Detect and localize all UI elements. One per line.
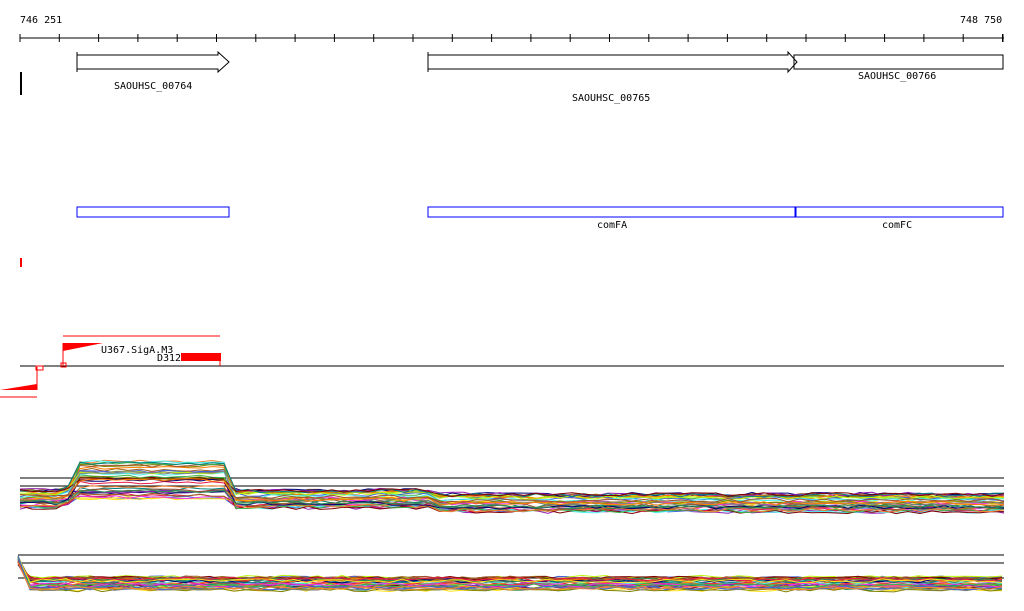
ruler-end-label: 748 750 — [960, 15, 1002, 26]
browser-canvas[interactable]: 746 251 748 750 SAOUHSC_00764 SAOUHSC_00… — [0, 0, 1024, 611]
gene-SAOUHSC_00766[interactable]: SAOUHSC_00766 — [793, 54, 1004, 82]
promoter-icon-left[interactable] — [0, 384, 37, 390]
cds-label: comFA — [597, 220, 627, 231]
terminator-icon[interactable] — [181, 353, 221, 361]
expression-track-1 — [19, 459, 1005, 515]
ruler-axis — [19, 34, 1004, 42]
gene-arrow — [76, 50, 230, 74]
ruler-start-label: 746 251 — [20, 15, 62, 26]
expression-track-2 — [17, 554, 1004, 593]
gene-box — [793, 54, 1004, 70]
cds-box[interactable] — [76, 206, 230, 218]
gene-label: SAOUHSC_00765 — [572, 93, 650, 104]
gene-label: SAOUHSC_00766 — [858, 71, 936, 82]
cds-comFC[interactable] — [795, 206, 1004, 218]
terminator-label: D312 — [157, 353, 181, 364]
cds-comFA[interactable] — [427, 206, 796, 218]
gene-label: SAOUHSC_00764 — [114, 81, 192, 92]
gene-SAOUHSC_00764[interactable]: SAOUHSC_00764 — [76, 50, 230, 92]
cds-label: comFC — [882, 220, 912, 231]
promoter-icon[interactable] — [63, 343, 103, 351]
gene-arrow — [427, 50, 798, 74]
gene-SAOUHSC_00765[interactable]: SAOUHSC_00765 — [427, 50, 798, 104]
genome-browser: 746 251 748 750 SAOUHSC_00764 SAOUHSC_00… — [0, 0, 1024, 611]
